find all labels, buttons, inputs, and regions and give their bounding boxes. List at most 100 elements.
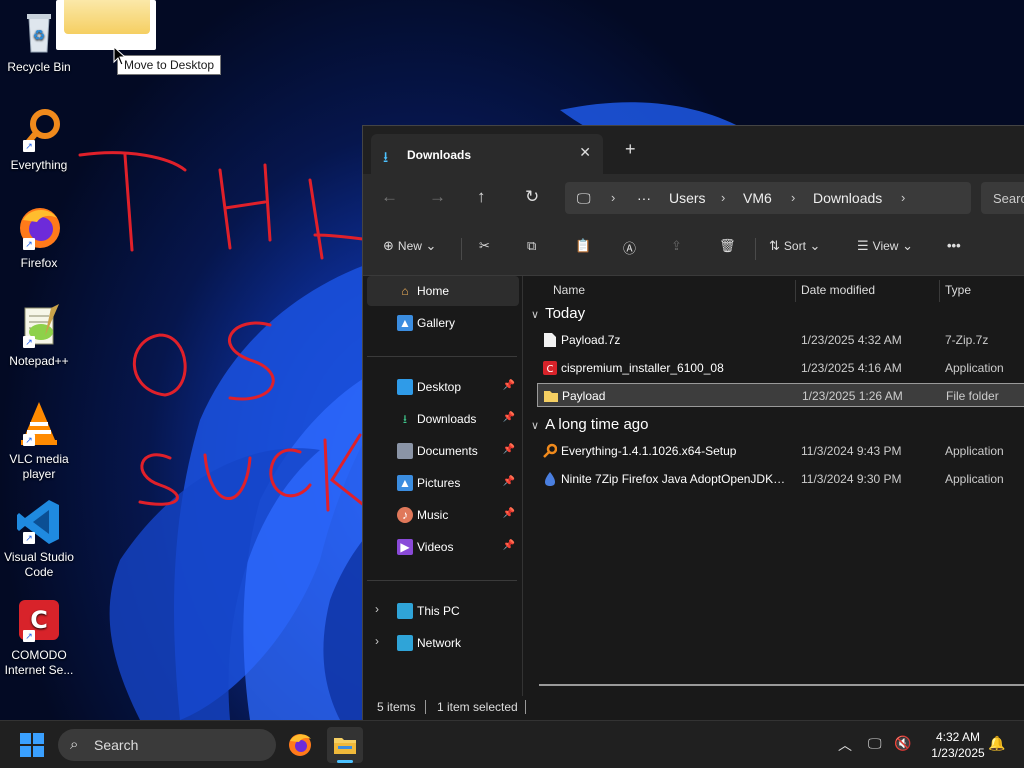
column-header-date-modified[interactable]: Date modified bbox=[801, 276, 875, 304]
windows-logo-icon bbox=[20, 733, 31, 744]
taskbar-search[interactable]: ⌕ Search bbox=[58, 729, 276, 761]
active-app-indicator bbox=[337, 760, 353, 763]
desktop-icon-everything[interactable]: ↗ Everything bbox=[4, 106, 74, 173]
shortcut-arrow-icon: ↗ bbox=[23, 238, 35, 250]
new-label: New bbox=[397, 239, 422, 253]
drag-preview-folder bbox=[56, 0, 156, 50]
share-button[interactable]: ⇪ bbox=[671, 238, 682, 254]
chevron-right-icon[interactable]: › bbox=[375, 634, 379, 648]
desktop-icon-vlc[interactable]: ↗ VLC media player bbox=[4, 400, 74, 482]
pin-icon[interactable]: 📌 bbox=[503, 444, 515, 455]
column-divider[interactable] bbox=[795, 280, 796, 302]
navigation-pane: ⌂ Home ▲ Gallery Desktop 📌 ⭳ Downloads 📌… bbox=[363, 276, 523, 696]
desktop-icon-label: COMODO Internet Se... bbox=[4, 648, 74, 677]
shortcut-arrow-icon: ↗ bbox=[23, 336, 35, 348]
nav-item-music[interactable]: ♪ Music 📌 bbox=[367, 500, 519, 530]
rename-button[interactable]: Ⓐ bbox=[623, 238, 636, 257]
group-header-a-long-time-ago[interactable]: ∨ A long time ago bbox=[531, 416, 648, 433]
back-button[interactable]: ← bbox=[381, 187, 398, 207]
pin-icon[interactable]: 📌 bbox=[503, 540, 515, 551]
pin-icon[interactable]: 📌 bbox=[503, 476, 515, 487]
group-header-today[interactable]: ∨ Today bbox=[531, 305, 585, 322]
more-segments-button[interactable]: ··· bbox=[637, 190, 651, 206]
shortcut-arrow-icon: ↗ bbox=[23, 532, 35, 544]
nav-item-videos[interactable]: ▶ Videos 📌 bbox=[367, 532, 519, 562]
file-row-selected[interactable]: Payload 1/23/2025 1:26 AM File folder bbox=[537, 383, 1024, 407]
new-button[interactable]: ⊕ New ⌄ bbox=[383, 238, 436, 254]
pin-icon[interactable]: 📌 bbox=[503, 412, 515, 423]
breadcrumb-downloads[interactable]: Downloads bbox=[813, 190, 882, 206]
more-options-button[interactable]: ••• bbox=[947, 238, 961, 253]
svg-text:C: C bbox=[547, 364, 554, 375]
up-button[interactable]: ↑ bbox=[477, 187, 486, 207]
search-placeholder: Searc bbox=[993, 191, 1024, 206]
column-header-type[interactable]: Type bbox=[945, 276, 971, 304]
volume-muted-icon[interactable]: 🔇 bbox=[894, 735, 911, 752]
file-row[interactable]: Ninite 7Zip Firefox Java AdoptOpenJDK x.… bbox=[537, 467, 1024, 491]
chevron-right-icon[interactable]: › bbox=[375, 602, 379, 616]
notification-bell-icon[interactable]: 🔔 bbox=[988, 735, 1005, 752]
taskbar-firefox[interactable] bbox=[282, 727, 318, 763]
nav-item-desktop[interactable]: Desktop 📌 bbox=[367, 372, 519, 402]
file-name: Payload bbox=[562, 389, 606, 403]
plus-circle-icon: ⊕ bbox=[383, 238, 394, 253]
file-type: File folder bbox=[946, 389, 999, 403]
show-hidden-icons-chevron-up-icon[interactable]: ︿ bbox=[838, 735, 852, 755]
cut-button[interactable]: ✂ bbox=[479, 238, 490, 254]
search-input[interactable]: Searc bbox=[981, 182, 1024, 214]
nav-item-home[interactable]: ⌂ Home bbox=[367, 276, 519, 306]
nav-item-label: Network bbox=[417, 636, 462, 650]
tab-downloads[interactable]: ⭳ Downloads ✕ bbox=[371, 134, 603, 174]
file-row[interactable]: C cispremium_installer_6100_08 1/23/2025… bbox=[537, 356, 1024, 380]
nav-item-documents[interactable]: Documents 📌 bbox=[367, 436, 519, 466]
pin-icon[interactable]: 📌 bbox=[503, 508, 515, 519]
system-clock[interactable]: 4:32 AM 1/23/2025 bbox=[920, 729, 996, 761]
videos-folder-icon: ▶ bbox=[397, 539, 413, 555]
clipboard-icon: 📋 bbox=[575, 238, 592, 253]
folder-icon bbox=[544, 391, 558, 402]
breadcrumb-vm6[interactable]: VM6 bbox=[743, 190, 772, 206]
pin-icon[interactable]: 📌 bbox=[503, 380, 515, 391]
close-tab-icon[interactable]: ✕ bbox=[579, 144, 591, 161]
file-row[interactable]: Payload.7z 1/23/2025 4:32 AM 7-Zip.7z bbox=[537, 328, 1024, 352]
nav-item-network[interactable]: › Network bbox=[367, 628, 519, 658]
column-divider[interactable] bbox=[939, 280, 940, 302]
rename-icon: Ⓐ bbox=[623, 241, 637, 256]
column-header-name[interactable]: Name bbox=[553, 276, 585, 304]
forward-button[interactable]: → bbox=[429, 187, 446, 207]
chevron-right-icon: › bbox=[611, 190, 616, 205]
breadcrumb-users[interactable]: Users bbox=[669, 190, 706, 206]
file-explorer-window[interactable]: ⭳ Downloads ✕ + ← → ↑ ↻ 🖵 › ··· Users › … bbox=[362, 125, 1024, 721]
new-tab-button[interactable]: + bbox=[625, 140, 636, 158]
share-icon: ⇪ bbox=[671, 238, 682, 253]
sort-label: Sort bbox=[783, 239, 806, 253]
paste-button[interactable]: 📋 bbox=[575, 238, 591, 254]
download-icon: ⭳ bbox=[383, 149, 389, 166]
delete-button[interactable]: 🗑 bbox=[719, 238, 736, 254]
refresh-button[interactable]: ↻ bbox=[525, 187, 539, 207]
copy-icon: ⧉ bbox=[527, 238, 537, 253]
sort-button[interactable]: ⇅ Sort ⌄ bbox=[769, 238, 820, 254]
desktop-icon-comodo[interactable]: C ↗ COMODO Internet Se... bbox=[4, 596, 74, 678]
start-button[interactable] bbox=[20, 733, 44, 757]
nav-item-label: Documents bbox=[417, 444, 478, 458]
desktop-icon-notepad-plus-plus[interactable]: ↗ Notepad++ bbox=[4, 302, 74, 369]
nav-item-gallery[interactable]: ▲ Gallery bbox=[367, 308, 519, 338]
nav-item-this-pc[interactable]: › This PC bbox=[367, 596, 519, 626]
copy-button[interactable]: ⧉ bbox=[527, 238, 536, 254]
network-status-icon[interactable]: 🖵 bbox=[868, 735, 882, 752]
taskbar-file-explorer[interactable] bbox=[327, 727, 363, 763]
desktop-icon-label: VLC media player bbox=[9, 452, 69, 481]
file-7z-icon bbox=[544, 333, 556, 347]
nav-item-pictures[interactable]: ▲ Pictures 📌 bbox=[367, 468, 519, 498]
status-bar: 5 items 1 item selected bbox=[363, 696, 1024, 721]
address-bar[interactable]: 🖵 › ··· Users › VM6 › Downloads › bbox=[565, 182, 971, 214]
nav-item-downloads[interactable]: ⭳ Downloads 📌 bbox=[367, 404, 519, 434]
desktop-icon-vscode[interactable]: ↗ Visual Studio Code bbox=[4, 498, 74, 580]
divider bbox=[525, 700, 526, 714]
horizontal-scrollbar[interactable] bbox=[539, 684, 1024, 686]
view-button[interactable]: ☰ View ⌄ bbox=[857, 238, 913, 254]
file-row[interactable]: Everything-1.4.1.1026.x64-Setup 11/3/202… bbox=[537, 439, 1024, 463]
desktop-icon-firefox[interactable]: ↗ Firefox bbox=[4, 204, 74, 271]
gallery-icon: ▲ bbox=[397, 315, 413, 331]
